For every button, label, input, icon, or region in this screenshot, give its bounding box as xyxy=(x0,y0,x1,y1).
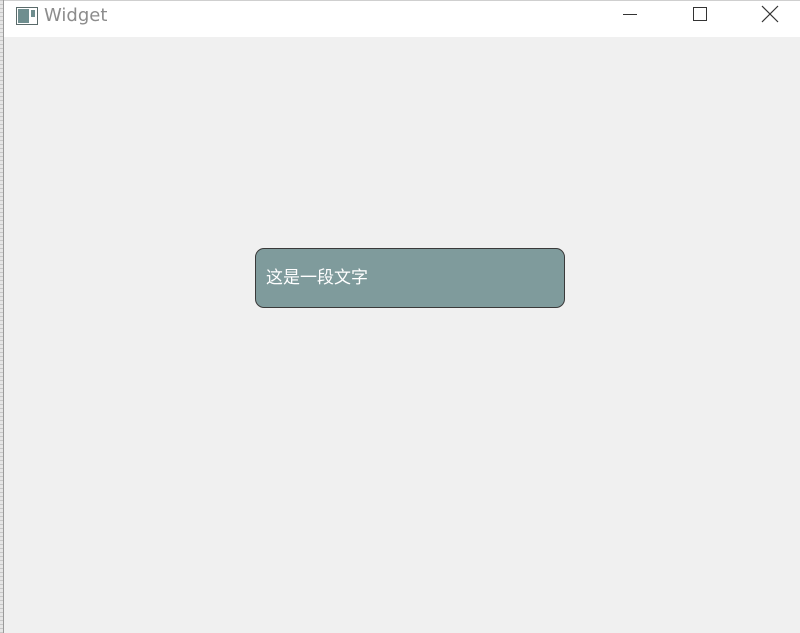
widget-window: Widget 这是一段文字 xyxy=(3,0,800,633)
app-window-icon xyxy=(16,7,38,25)
title-bar[interactable]: Widget xyxy=(4,0,800,37)
close-icon xyxy=(761,5,779,27)
minimize-icon xyxy=(622,6,638,26)
maximize-icon xyxy=(692,6,708,26)
close-button[interactable] xyxy=(747,1,793,31)
minimize-button[interactable] xyxy=(607,1,653,31)
text-label: 这是一段文字 xyxy=(255,248,565,308)
maximize-button[interactable] xyxy=(677,1,723,31)
window-title: Widget xyxy=(44,5,108,26)
